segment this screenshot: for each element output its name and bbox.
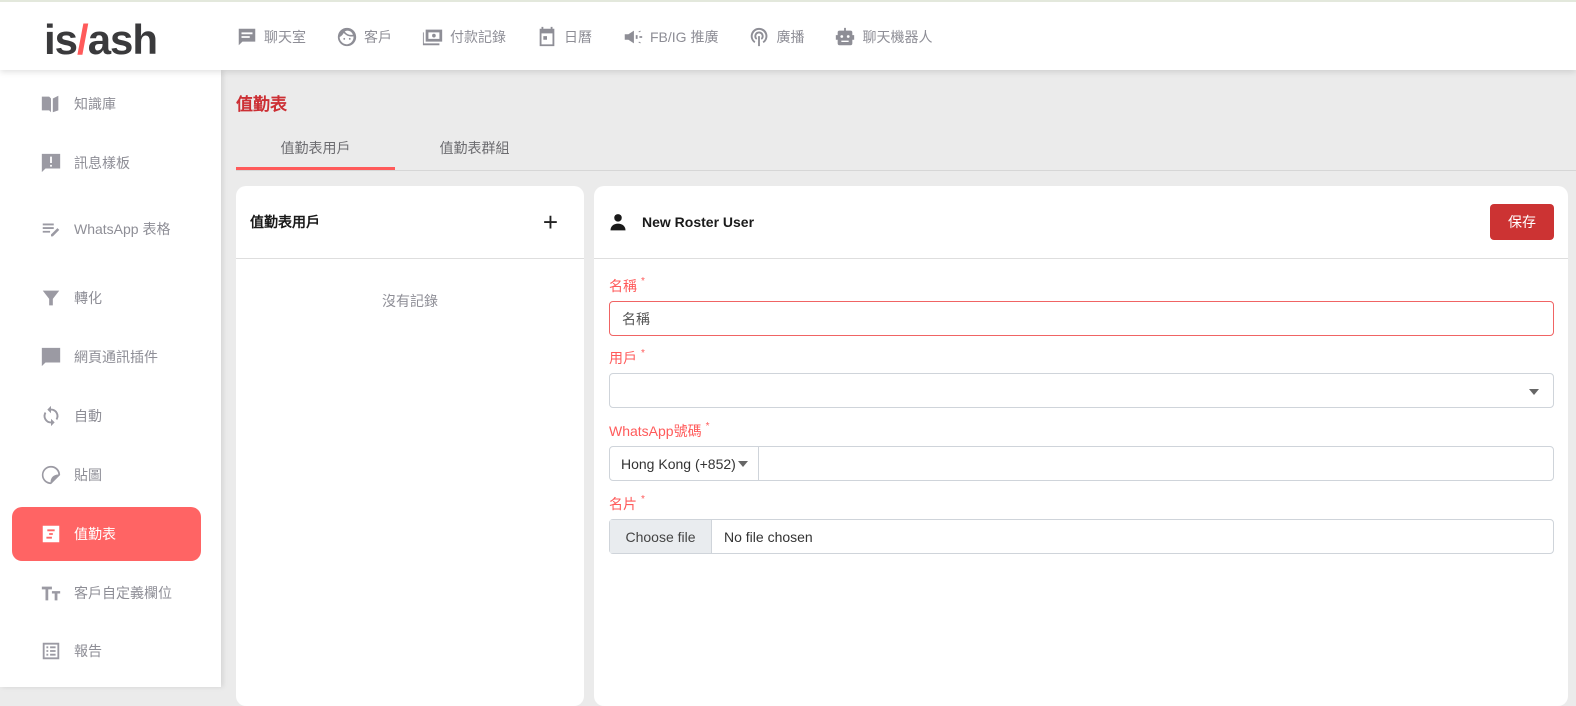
card-label: 名片 * — [609, 494, 645, 512]
tab-roster-groups[interactable]: 值勤表群組 — [395, 138, 554, 158]
nav-chat[interactable]: 聊天室 — [236, 26, 306, 48]
roster-icon — [42, 525, 60, 543]
sidebar-item-label: 網頁通訊插件 — [74, 349, 158, 365]
nav-label: 聊天室 — [264, 29, 306, 45]
sidebar-item-automation[interactable]: 自動 — [12, 389, 201, 443]
sidebar-item-whatsapp-forms[interactable]: WhatsApp 表格 — [12, 196, 201, 262]
empty-state: 沒有記錄 — [382, 293, 438, 309]
sidebar-item-label: 轉化 — [74, 290, 102, 306]
chat-icon — [238, 28, 256, 46]
sticker-icon — [41, 465, 61, 485]
card-field-group: 名片 * Choose file No file chosen — [609, 494, 1554, 554]
chevron-down-icon — [738, 461, 748, 472]
sidebar-item-label: 客戶自定義欄位 — [74, 585, 172, 601]
whatsapp-label: WhatsApp號碼 * — [609, 421, 710, 439]
nav-calendar[interactable]: 日曆 — [536, 26, 592, 48]
payment-icon — [422, 29, 443, 46]
sidebar-item-label: 報告 — [74, 643, 102, 659]
sidebar-item-conversion[interactable]: 轉化 — [12, 271, 201, 325]
nav-customers[interactable]: 客戶 — [336, 26, 392, 48]
phone-input-group: Hong Kong (+852) — [609, 446, 1554, 481]
nav-broadcast[interactable]: 廣播 — [748, 26, 804, 48]
face-icon — [337, 27, 357, 47]
report-icon — [42, 642, 60, 660]
sidebar-item-label: 貼圖 — [74, 467, 102, 483]
refresh-icon — [43, 405, 59, 427]
calendar-icon — [539, 26, 555, 47]
nav-payments[interactable]: 付款記錄 — [422, 26, 506, 48]
sidebar-item-label: 自動 — [74, 408, 102, 424]
comment-icon — [41, 347, 61, 367]
file-input[interactable]: Choose file No file chosen — [609, 519, 1554, 554]
name-field-group: 名稱 * 名稱 — [609, 276, 1554, 336]
phone-number-input[interactable] — [759, 447, 1553, 480]
name-label: 名稱 * — [609, 276, 645, 294]
list-panel-title: 值勤表用戶 — [250, 214, 320, 230]
sidebar-item-label: 訊息樣板 — [74, 155, 130, 171]
top-bar: is/ash 聊天室 客戶 付款記錄 日曆 FB/IG 推廣 廣播 聊天機器人 — [0, 0, 1576, 70]
nav-label: 客戶 — [364, 29, 392, 45]
nav-label: 日曆 — [564, 29, 592, 45]
sidebar-item-knowledge-base[interactable]: 知識庫 — [12, 77, 201, 131]
broadcast-icon — [751, 27, 768, 47]
add-icon[interactable]: + — [543, 207, 570, 238]
choose-file-button[interactable]: Choose file — [610, 520, 712, 553]
nav-fb-ig[interactable]: FB/IG 推廣 — [622, 26, 718, 48]
book-icon — [41, 95, 59, 113]
roster-user-form-panel: New Roster User 保存 名稱 * 名稱 用戶 * WhatsApp號碼… — [594, 186, 1568, 706]
user-icon — [610, 214, 626, 231]
tab-roster-users[interactable]: 值勤表用戶 — [236, 138, 395, 170]
nav-chatbot[interactable]: 聊天機器人 — [834, 26, 932, 48]
chevron-down-icon — [1529, 389, 1539, 400]
name-input[interactable]: 名稱 — [609, 301, 1554, 336]
sidebar-item-label: 值勤表 — [74, 526, 116, 542]
sidebar-item-reports[interactable]: 報告 — [12, 624, 201, 678]
roster-user-list-panel: 值勤表用戶 + 沒有記錄 — [236, 186, 584, 706]
megaphone-icon — [624, 30, 643, 44]
nav-label: 付款記錄 — [450, 29, 506, 45]
user-label: 用戶 * — [609, 348, 645, 366]
sidebar-item-stickers[interactable]: 貼圖 — [12, 448, 201, 502]
logo[interactable]: is/ash — [44, 16, 158, 64]
file-status: No file chosen — [724, 528, 813, 545]
text-field-icon — [41, 586, 61, 601]
sidebar-item-message-templates[interactable]: 訊息樣板 — [12, 136, 201, 190]
user-select[interactable] — [609, 373, 1554, 408]
save-button[interactable]: 保存 — [1490, 204, 1554, 240]
robot-icon — [836, 27, 855, 46]
sidebar-item-custom-fields[interactable]: 客戶自定義欄位 — [12, 566, 201, 620]
nav-label: 聊天機器人 — [862, 29, 933, 45]
tab-bar: 值勤表用戶 值勤表群組 — [236, 130, 1576, 171]
sidebar-item-label: WhatsApp 表格 — [74, 221, 171, 237]
nav-label: FB/IG 推廣 — [650, 29, 719, 45]
top-nav: 聊天室 客戶 付款記錄 日曆 FB/IG 推廣 廣播 聊天機器人 — [236, 26, 962, 48]
sidebar-item-roster[interactable]: 值勤表 — [12, 507, 201, 561]
form-edit-icon — [42, 223, 60, 237]
sidebar: 知識庫 訊息樣板 WhatsApp 表格 轉化 網頁通訊插件 自動 貼圖 值勤表… — [0, 70, 221, 687]
message-alert-icon — [41, 153, 61, 173]
country-code-select[interactable]: Hong Kong (+852) — [610, 447, 759, 480]
funnel-icon — [42, 290, 60, 306]
user-field-group: 用戶 * — [609, 348, 1554, 408]
nav-label: 廣播 — [776, 29, 805, 45]
page-title: 值勤表 — [236, 95, 287, 114]
whatsapp-field-group: WhatsApp號碼 * Hong Kong (+852) — [609, 421, 1554, 481]
form-title: New Roster User — [642, 214, 755, 230]
sidebar-item-web-widget[interactable]: 網頁通訊插件 — [12, 330, 201, 384]
sidebar-item-label: 知識庫 — [74, 96, 116, 112]
